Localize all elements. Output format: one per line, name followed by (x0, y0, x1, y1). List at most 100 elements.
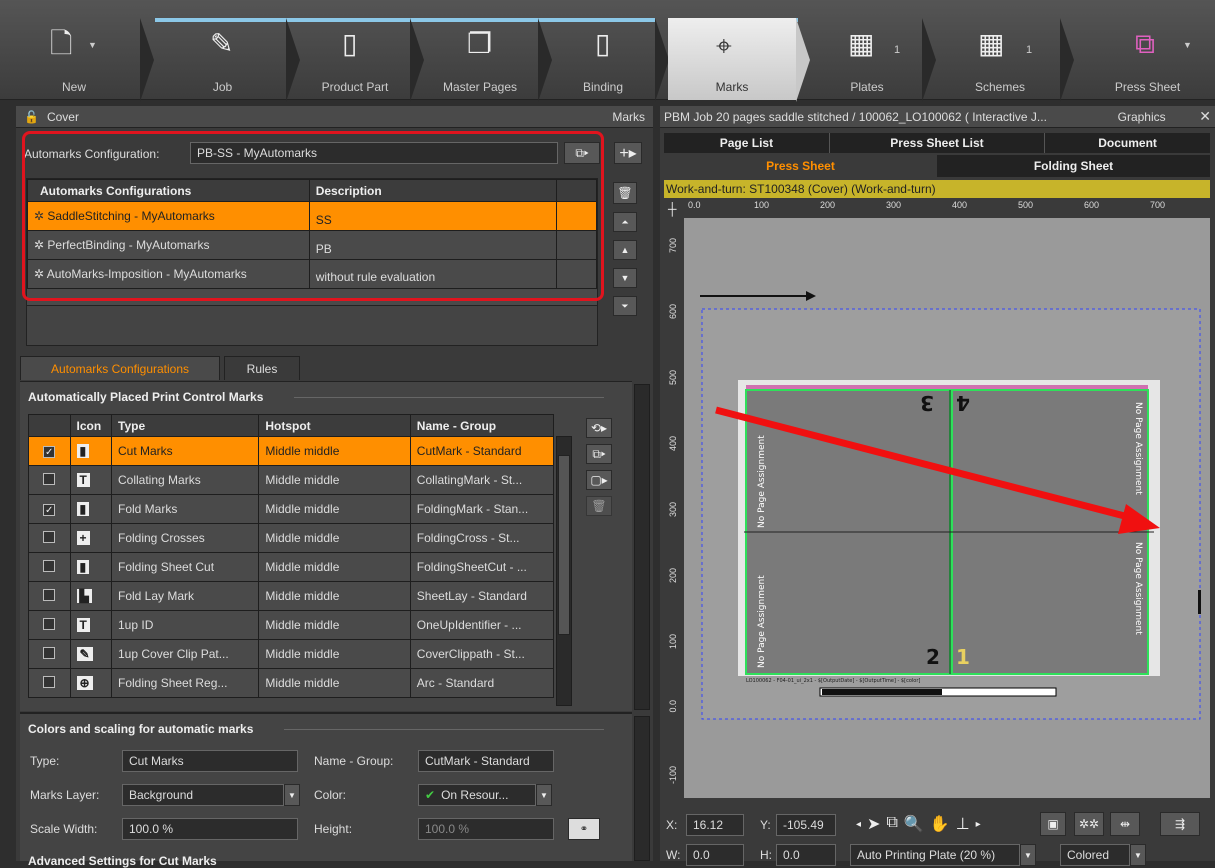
add-config-button[interactable]: +▸ (614, 142, 642, 164)
checkbox[interactable] (43, 472, 56, 485)
mark-type-cell: Folding Sheet Reg... (110, 668, 260, 698)
mark-edit-button[interactable]: ▢▸ (586, 470, 612, 490)
compare-button[interactable]: ⇶ (1160, 812, 1200, 836)
move-bottom-button[interactable]: ⏷ (613, 296, 637, 316)
tab-automarks-configurations[interactable]: Automarks Configurations (20, 356, 220, 380)
hand-icon[interactable]: ✋ (930, 814, 950, 836)
ruler-origin-icon[interactable]: ┼ (668, 202, 677, 216)
mark-name-group: SheetLay - Standard (416, 589, 527, 603)
link-button[interactable]: ⚭ (568, 818, 600, 840)
view-button[interactable]: ▣ (1040, 812, 1066, 836)
move-top-button[interactable]: ⏶ (613, 212, 637, 232)
automarks-button[interactable]: ✲✲ (1074, 812, 1104, 836)
chevron-down-icon[interactable]: ▼ (1130, 844, 1146, 866)
table-row[interactable]: ✎ 1up Cover Clip Pat... Middle middle Cover… (28, 639, 555, 669)
tab-folding-sheet[interactable]: Folding Sheet (937, 155, 1210, 177)
lock-icon[interactable]: 🔓 (24, 110, 39, 124)
checkbox[interactable]: ✓ (43, 446, 56, 458)
color-mode-select[interactable]: Colored (1060, 844, 1130, 866)
divider (284, 729, 604, 730)
toolbar-press-sheet[interactable]: ⧉ ▼ Press Sheet (1085, 0, 1210, 100)
h-field[interactable]: 0.0 (776, 844, 836, 866)
zoom-icon[interactable]: 🔍 (904, 814, 924, 836)
select-frame-icon[interactable]: ⧉ (886, 814, 897, 836)
toolbar-marks[interactable]: ⌖ Marks (668, 18, 796, 100)
color-select[interactable]: ✔ On Resour... (418, 784, 536, 806)
colors-scrollbar[interactable] (634, 716, 650, 861)
table-row[interactable]: ⊕ Folding Sheet Reg... Middle middle Arc - … (28, 668, 555, 698)
table-row[interactable]: ✓ ▮ Fold Marks Middle middle FoldingMark - S… (28, 494, 555, 524)
plate-select[interactable]: Auto Printing Plate (20 %) (850, 844, 1020, 866)
table-row[interactable]: T 1up ID Middle middle OneUpIdentifier - ..… (28, 610, 555, 640)
toolbar-plates[interactable]: ▦ 1 Plates (812, 0, 922, 100)
table-row[interactable]: ▮ Folding Sheet Cut Middle middle FoldingSh… (28, 552, 555, 582)
ruler-tick-label: 600 (1084, 200, 1100, 210)
y-field[interactable]: -105.49 (776, 814, 836, 836)
table-row[interactable]: T Collating Marks Middle middle CollatingMa… (28, 465, 555, 495)
chevron-down-icon[interactable]: ▼ (1020, 844, 1036, 866)
toolbar-master-pages[interactable]: ❐ Master Pages (425, 0, 535, 100)
product-part-icon: ▯ (342, 28, 358, 59)
tab-document[interactable]: Document (1045, 133, 1210, 153)
separator (796, 18, 810, 102)
tab-rules[interactable]: Rules (224, 356, 300, 380)
pointer-icon[interactable]: ➤ (867, 814, 880, 836)
mark-name-group: FoldingCross - St... (416, 531, 520, 545)
checkbox[interactable] (43, 530, 56, 543)
marks-table-scrollbar[interactable] (556, 436, 572, 706)
mark-hotspot-cell: Middle middle (258, 668, 411, 698)
w-label: W: (666, 848, 681, 862)
mark-delete-button[interactable]: 🗑 (586, 496, 612, 516)
trash-icon: 🗑 (617, 186, 633, 200)
mark-name-group-cell: CollatingMark - St... (409, 465, 555, 495)
ruler-tool-icon[interactable]: ⊥ (956, 814, 970, 836)
tab-press-sheet-list[interactable]: Press Sheet List (830, 133, 1046, 153)
tab-page-list[interactable]: Page List (664, 133, 830, 153)
refresh-icon: ⟲▸ (590, 421, 608, 435)
toolbar-job[interactable]: ✎ Job (160, 0, 285, 100)
table-row[interactable]: ✓ ▮ Cut Marks Middle middle CutMark - Standa… (28, 436, 555, 466)
table-row[interactable]: + Folding Crosses Middle middle FoldingCros… (28, 523, 555, 553)
type-field[interactable]: Cut Marks (122, 750, 298, 772)
checkbox[interactable] (43, 559, 56, 572)
toolbar-product-part[interactable]: ▯ Product Part (300, 0, 410, 100)
w-field[interactable]: 0.0 (686, 844, 744, 866)
edge-marker (1198, 590, 1201, 614)
height-field[interactable]: 100.0 % (418, 818, 554, 840)
close-icon[interactable]: ✕ (1199, 108, 1211, 125)
toolbar-schemes[interactable]: ▦ 1 Schemes (940, 0, 1060, 100)
name-group-field[interactable]: CutMark - Standard (418, 750, 554, 772)
scroll-thumb[interactable] (558, 455, 570, 635)
checkbox[interactable] (43, 588, 56, 601)
toolbar-binding[interactable]: ▯ Binding (555, 0, 660, 100)
placed-marks-section: Automatically Placed Print Control Marks… (20, 381, 632, 711)
checkbox[interactable]: ✓ (43, 504, 56, 516)
chevron-down-icon[interactable]: ▼ (536, 784, 552, 806)
x-field[interactable]: 16.12 (686, 814, 744, 836)
ruler-tick-label: 400 (668, 436, 678, 452)
section-scrollbar[interactable] (634, 384, 650, 710)
marks-layer-select[interactable]: Background (122, 784, 284, 806)
toolbar-new[interactable]: 🗋 ▼ New (10, 0, 130, 100)
mirror-button[interactable]: ⇹ (1110, 812, 1140, 836)
sheet-canvas[interactable]: 3 4 2 1 No Page Assignment No Page Assig… (664, 198, 1210, 798)
chevron-down-icon[interactable]: ▼ (284, 784, 300, 806)
mark-copy-button[interactable]: ⧉▸ (586, 444, 612, 464)
mark-action-button[interactable]: ⟲▸ (586, 418, 612, 438)
checkbox[interactable] (43, 646, 56, 659)
checkbox[interactable] (43, 675, 56, 688)
table-row[interactable]: ▙ Fold Lay Mark Middle middle SheetLay - St… (28, 581, 555, 611)
select-checkbox-cell (28, 465, 71, 495)
scale-width-field[interactable]: 100.0 % (122, 818, 298, 840)
checkbox[interactable] (43, 617, 56, 630)
arrow-left-icon[interactable]: ◂ (856, 814, 861, 836)
schemes-count: 1 (1026, 44, 1033, 56)
arrowhead (806, 291, 816, 301)
delete-config-button[interactable]: 🗑 (613, 182, 637, 204)
tab-press-sheet[interactable]: Press Sheet (664, 155, 937, 177)
move-up-button[interactable]: ▲ (613, 240, 637, 260)
mark-type-icon-cell: ✎ (69, 639, 112, 669)
arrow-right-icon[interactable]: ▸ (976, 814, 981, 836)
move-down-button[interactable]: ▼ (613, 268, 637, 288)
column-header: Hotspot (258, 414, 411, 437)
